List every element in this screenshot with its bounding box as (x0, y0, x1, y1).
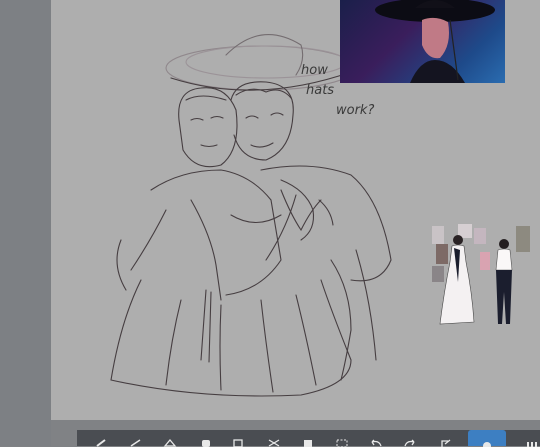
reference-photo-figure (375, 0, 495, 83)
undo-button[interactable] (361, 430, 391, 447)
brush-tool-button[interactable] (87, 430, 117, 447)
reference-collage-art (432, 224, 530, 325)
cut-tool-button[interactable] (259, 430, 289, 447)
fullscreen-button[interactable] (431, 430, 461, 447)
more-menu-button[interactable] (517, 430, 540, 447)
reference-tool-button[interactable] (468, 430, 506, 447)
sketch-note-work: work? (336, 103, 375, 118)
paste-tool-button[interactable] (293, 430, 323, 447)
sketch-note-how: how (301, 63, 328, 78)
layers-tool-button[interactable] (223, 430, 253, 447)
bottom-toolbar (77, 430, 540, 447)
left-side-panel (0, 0, 51, 446)
sketch-note-hats: hats (306, 83, 335, 98)
hand-tool-button[interactable] (191, 430, 221, 447)
redo-button[interactable] (395, 430, 425, 447)
eraser-tool-button[interactable] (155, 430, 185, 447)
pencil-tool-button[interactable] (121, 430, 151, 447)
reference-collage[interactable] (428, 222, 536, 330)
reference-photo-hat[interactable] (340, 0, 505, 83)
selection-tool-button[interactable] (327, 430, 357, 447)
